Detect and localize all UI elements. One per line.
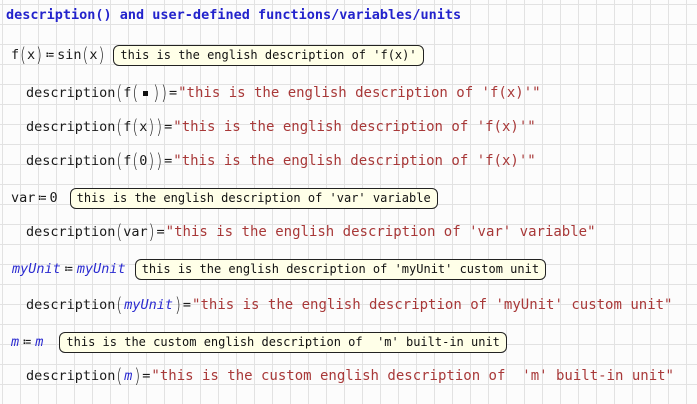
string-result: "this is the english description of 'f(x… xyxy=(173,119,536,135)
close-paren: ) xyxy=(153,81,160,105)
assign-operator: ≔ xyxy=(46,47,55,63)
math-expression: f(x) ≔ sin(x) xyxy=(11,43,105,67)
string-result: "this is the english description of 'var… xyxy=(165,224,596,240)
open-paren: ( xyxy=(82,43,89,67)
string-result: "this is the english description of 'f(x… xyxy=(178,85,541,101)
close-paren: ) xyxy=(36,43,42,67)
equals-sign: = xyxy=(156,224,165,240)
unit-token: myUnit xyxy=(76,261,126,277)
assign-operator: ≔ xyxy=(23,334,32,350)
close-paren: ) xyxy=(175,293,181,317)
close-paren: ) xyxy=(156,149,163,173)
math-expression: description(myUnit) = "this is the english… xyxy=(26,293,673,317)
number-token: 0 xyxy=(49,190,58,206)
equals-sign: = xyxy=(182,297,192,313)
number-token: 0 xyxy=(139,153,148,169)
math-token: x xyxy=(27,47,36,63)
f-function-definition[interactable]: f(x) ≔ sin(x) this is the english descripti… xyxy=(11,43,424,67)
open-paren: ( xyxy=(116,364,123,388)
string-result: "this is the custom english description … xyxy=(151,368,674,384)
m-unit-definition[interactable]: m ≔ m this is the custom english descriptio… xyxy=(10,330,507,354)
open-paren: ( xyxy=(20,43,26,67)
math-expression: description(f(x)) = "this is the english d… xyxy=(26,115,536,139)
worksheet-canvas[interactable]: description() and user-defined functions… xyxy=(0,0,697,404)
math-token: x xyxy=(89,47,98,63)
description-box[interactable]: this is the custom english description o… xyxy=(59,331,507,353)
math-token: f xyxy=(123,153,132,169)
open-paren: ( xyxy=(116,115,123,139)
math-token: description xyxy=(26,297,116,313)
close-paren: ) xyxy=(161,81,167,105)
worksheet-title-text[interactable]: description() and user-defined functions… xyxy=(6,7,461,23)
unit-token: myUnit xyxy=(124,297,174,313)
math-token: f xyxy=(11,47,20,63)
math-expression: m ≔ m xyxy=(10,334,44,350)
unit-token: m xyxy=(35,334,44,350)
math-expression: description(m) = "this is the custom engli… xyxy=(26,364,674,388)
math-token: x xyxy=(139,119,148,135)
description-box[interactable]: this is the english description of 'myUn… xyxy=(134,258,547,280)
equals-sign: = xyxy=(142,368,151,384)
close-paren: ) xyxy=(134,364,141,388)
close-paren: ) xyxy=(98,43,105,67)
math-token: var xyxy=(123,224,148,240)
close-paren: ) xyxy=(148,220,155,244)
assign-operator: ≔ xyxy=(64,261,73,277)
placeholder-box xyxy=(143,90,149,96)
unit-token: m xyxy=(11,334,20,350)
math-token: description xyxy=(26,119,116,135)
description-of-var[interactable]: description(var) = "this is the english de… xyxy=(26,220,596,244)
close-paren: ) xyxy=(148,115,155,139)
description-box[interactable]: this is the english description of 'var'… xyxy=(69,187,438,209)
math-expression: description(var) = "this is the english de… xyxy=(26,220,596,244)
description-of-f-x[interactable]: description(f(x)) = "this is the english d… xyxy=(26,115,536,139)
open-paren: ( xyxy=(116,81,123,105)
unit-token: myUnit xyxy=(12,261,61,277)
description-of-m[interactable]: description(m) = "this is the custom engli… xyxy=(26,364,674,388)
assign-operator: ≔ xyxy=(38,190,47,206)
math-expression: description(f()) = "this is the english de… xyxy=(26,81,541,105)
math-token: description xyxy=(26,153,116,169)
open-paren: ( xyxy=(116,293,123,317)
math-expression: myUnit ≔ myUnit xyxy=(11,261,127,277)
math-expression: description(f(0)) = "this is the english d… xyxy=(26,149,536,173)
description-of-myunit[interactable]: description(myUnit) = "this is the english… xyxy=(26,293,672,317)
open-paren: ( xyxy=(132,81,139,105)
math-token: f xyxy=(123,119,132,135)
string-result: "this is the english description of 'myU… xyxy=(192,297,673,313)
close-paren: ) xyxy=(148,149,155,173)
open-paren: ( xyxy=(132,149,139,173)
open-paren: ( xyxy=(116,220,123,244)
math-token: sin xyxy=(57,47,82,63)
open-paren: ( xyxy=(132,115,139,139)
myunit-definition[interactable]: myUnit ≔ myUnit this is the english descrip… xyxy=(11,257,547,281)
description-box[interactable]: this is the english description of 'f(x)… xyxy=(113,44,424,66)
string-result: "this is the english description of 'f(x… xyxy=(173,153,536,169)
open-paren: ( xyxy=(116,149,123,173)
var-definition[interactable]: var ≔ 0 this is the english description of … xyxy=(11,186,438,210)
close-paren: ) xyxy=(156,115,163,139)
equals-sign: = xyxy=(164,153,173,169)
description-of-f-placeholder[interactable]: description(f()) = "this is the english de… xyxy=(26,81,541,105)
math-token: description xyxy=(26,224,116,240)
equals-sign: = xyxy=(164,119,173,135)
math-token: description xyxy=(26,368,116,384)
math-expression: var ≔ 0 xyxy=(11,190,58,206)
math-token: var xyxy=(11,190,36,206)
unit-token: m xyxy=(124,368,133,384)
equals-sign: = xyxy=(168,85,178,101)
description-of-f-0[interactable]: description(f(0)) = "this is the english d… xyxy=(26,149,536,173)
math-token: description xyxy=(26,85,116,101)
math-token: f xyxy=(123,85,132,101)
